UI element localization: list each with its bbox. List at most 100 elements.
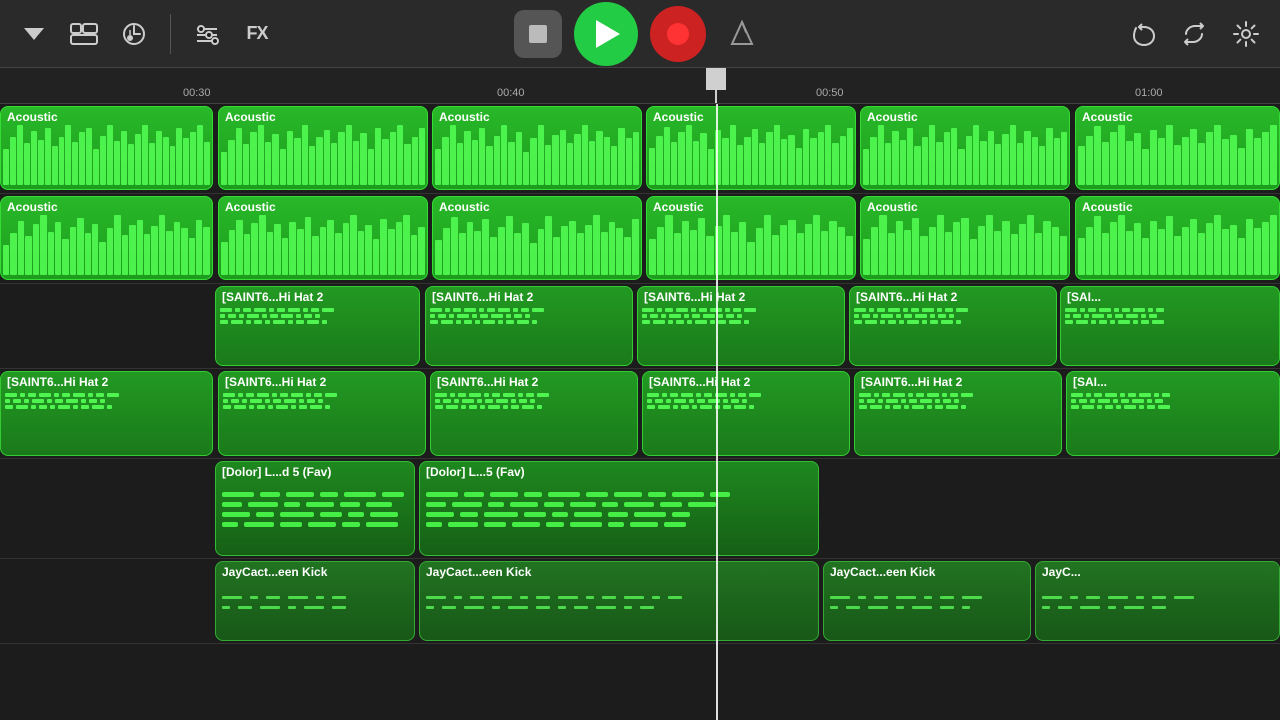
timeline-mark-0050: 00:50 [816,87,844,99]
divider1 [170,14,171,54]
timeline-playhead [716,68,736,90]
clip-acoustic-1c[interactable]: Acoustic [432,106,642,190]
play-button[interactable] [574,2,638,66]
clip-label: Acoustic [1,107,212,127]
clip-label: JayC... [1036,562,1279,582]
clip-hihat-4e[interactable]: [SAINT6...Hi Hat 2 [854,371,1062,456]
clip-acoustic-1d[interactable]: Acoustic [646,106,856,190]
tracks-view-button[interactable] [62,12,106,56]
stop-icon [529,25,547,43]
clip-hihat-3b[interactable]: [SAINT6...Hi Hat 2 [425,286,633,366]
clip-dolor-5b[interactable]: [Dolor] L...5 (Fav) [419,461,819,556]
clip-label: Acoustic [433,197,641,217]
stop-button[interactable] [514,10,562,58]
dropdown-button[interactable] [12,12,56,56]
clip-label: [SAINT6...Hi Hat 2 [219,372,425,392]
clip-waveform [647,125,855,185]
clip-label: Acoustic [861,197,1069,217]
clip-jaycact-6a[interactable]: JayCact...een Kick [215,561,415,641]
clip-label: JayCact...een Kick [824,562,1030,582]
clip-label: JayCact...een Kick [216,562,414,582]
clip-acoustic-1f[interactable]: Acoustic [1075,106,1280,190]
track-row-3: [SAINT6...Hi Hat 2 [SAINT6...Hi Hat 2 [0,284,1280,369]
clip-acoustic-1b[interactable]: Acoustic [218,106,428,190]
waveform-bars [219,125,427,185]
clip-hihat-3a[interactable]: [SAINT6...Hi Hat 2 [215,286,420,366]
tracks-area: Acoustic Acoustic Acoustic [0,104,1280,720]
track-row-2: Acoustic Acoustic Acoustic [0,194,1280,284]
track-row-4: [SAINT6...Hi Hat 2 [SAINT6...Hi Hat 2 [S… [0,369,1280,459]
waveform-bars [861,125,1069,185]
clip-hihat-4a[interactable]: [SAINT6...Hi Hat 2 [0,371,213,456]
clip-acoustic-1e[interactable]: Acoustic [860,106,1070,190]
timeline-marks: 00:30 00:40 00:50 01:00 [0,68,1280,103]
fx-button[interactable]: FX [235,12,279,56]
timeline-mark-0040: 00:40 [497,87,525,99]
waveform-bars [1,125,212,185]
clip-acoustic-2c[interactable]: Acoustic [432,196,642,280]
clip-label: [SAINT6...Hi Hat 2 [1,372,212,392]
timeline-mark-0030: 00:30 [183,87,211,99]
clip-acoustic-2a[interactable]: Acoustic [0,196,213,280]
clip-acoustic-1a[interactable]: Acoustic [0,106,213,190]
clip-label: [SAINT6...Hi Hat 2 [643,372,849,392]
instruments-button[interactable] [112,12,156,56]
waveform-bars [219,215,427,275]
clip-hihat-3d[interactable]: [SAINT6...Hi Hat 2 [849,286,1057,366]
clip-midi [1,392,212,451]
clip-label: [SAINT6...Hi Hat 2 [855,372,1061,392]
clip-hihat-4c[interactable]: [SAINT6...Hi Hat 2 [430,371,638,456]
clip-label: Acoustic [219,197,427,217]
clip-jaycact-6c[interactable]: JayCact...een Kick [823,561,1031,641]
play-icon [596,20,620,48]
clip-hihat-3c[interactable]: [SAINT6...Hi Hat 2 [637,286,845,366]
clip-waveform [647,215,855,275]
clip-midi [1067,392,1279,451]
clip-label: JayCact...een Kick [420,562,818,582]
clip-hihat-4b[interactable]: [SAINT6...Hi Hat 2 [218,371,426,456]
waveform-bars [1076,215,1279,275]
clip-label: Acoustic [1076,107,1279,127]
clip-hihat-4d[interactable]: [SAINT6...Hi Hat 2 [642,371,850,456]
settings-button[interactable] [1224,12,1268,56]
clip-label: [SAINT6...Hi Hat 2 [216,287,419,307]
clip-label: Acoustic [1076,197,1279,217]
clip-label: Acoustic [1,197,212,217]
undo-button[interactable] [1120,12,1164,56]
clip-kick-pattern [1036,590,1279,636]
clip-kick-pattern [824,590,1030,636]
metronome-button[interactable] [718,10,766,58]
clip-label: [SAINT6...Hi Hat 2 [426,287,632,307]
timeline-mark-0100: 01:00 [1135,87,1163,99]
clip-hihat-4f[interactable]: [SAI... [1066,371,1280,456]
track-row-6: JayCact...een Kick [0,559,1280,644]
clip-jaycact-6b[interactable]: JayCact...een Kick [419,561,819,641]
timeline-ruler: 00:30 00:40 00:50 01:00 [0,68,1280,104]
toolbar: FX [0,0,1280,68]
clip-hihat-3e[interactable]: [SAI... [1060,286,1280,366]
record-button[interactable] [650,6,706,62]
clip-midi [855,392,1061,451]
record-icon [667,23,689,45]
clip-label: Acoustic [861,107,1069,127]
clip-acoustic-2d[interactable]: Acoustic [646,196,856,280]
clip-label: [SAINT6...Hi Hat 2 [431,372,637,392]
waveform-bars [647,125,855,185]
clip-acoustic-2e[interactable]: Acoustic [860,196,1070,280]
clip-acoustic-2f[interactable]: Acoustic [1075,196,1280,280]
clip-midi [426,307,632,361]
clip-jaycact-6d[interactable]: JayC... [1035,561,1280,641]
loop-button[interactable] [1172,12,1216,56]
clip-midi [216,307,419,361]
waveform-bars [433,215,641,275]
waveform-bars [433,125,641,185]
clip-waveform [861,125,1069,185]
clip-dolor-5a[interactable]: [Dolor] L...d 5 (Fav) [215,461,415,556]
eq-button[interactable] [185,12,229,56]
clip-midi [638,307,844,361]
clip-waveform [219,215,427,275]
clip-waveform [1076,215,1279,275]
clip-acoustic-2b[interactable]: Acoustic [218,196,428,280]
clip-midi [1061,307,1279,361]
waveform-bars [861,215,1069,275]
